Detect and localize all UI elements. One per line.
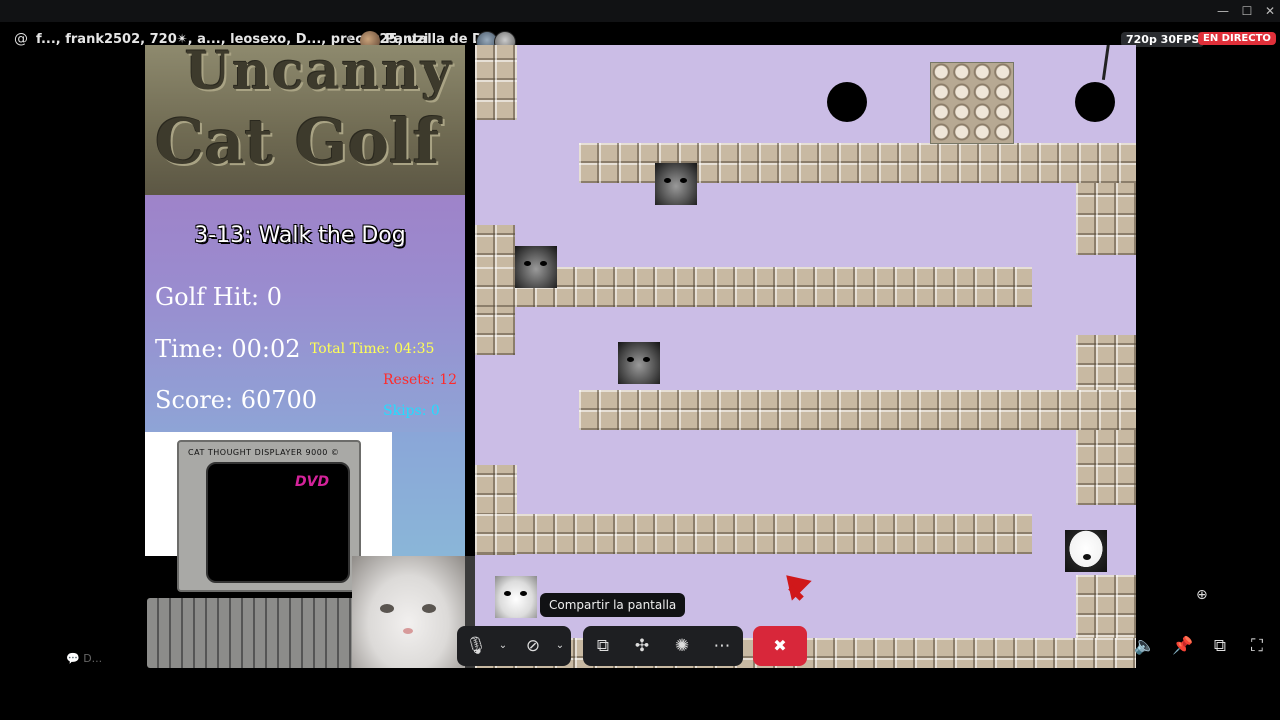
player-cat	[495, 576, 537, 618]
chevron-down-icon[interactable]: ⌄	[546, 632, 574, 660]
leave-icon: ✖	[773, 636, 787, 655]
volume-icon[interactable]: 🔈	[1133, 636, 1157, 658]
leave-call-button[interactable]: ✖	[753, 626, 807, 666]
golf-hole-goal	[1075, 82, 1115, 122]
computer-monitor: CAT THOUGHT DISPLAYER 9000 © DVD	[177, 440, 361, 592]
computer-label: CAT THOUGHT DISPLAYER 9000 ©	[188, 448, 340, 457]
resets: Resets: 12	[383, 372, 458, 388]
live-badge: EN DIRECTO	[1198, 32, 1276, 45]
chat-hint-text: D...	[83, 652, 103, 665]
close-button[interactable]: ✕	[1259, 2, 1280, 20]
dvd-logo: DVD	[295, 474, 330, 490]
cat-thought-displayer: CAT THOUGHT DISPLAYER 9000 © DVD	[170, 437, 366, 597]
separator-dot: •	[346, 32, 354, 46]
panel-fill	[392, 432, 465, 556]
cat-ball	[515, 246, 557, 288]
camera-off-icon[interactable]: ⊘	[519, 632, 547, 660]
maximize-button[interactable]: ☐	[1236, 2, 1258, 20]
minimize-button[interactable]: —	[1212, 2, 1234, 20]
soundboard-icon[interactable]: ✺	[668, 632, 696, 660]
more-options-icon[interactable]: ⋯	[708, 632, 736, 660]
screen-share-icon[interactable]: ⧉	[589, 632, 617, 660]
wall-block	[475, 45, 517, 120]
cat-ball	[618, 342, 660, 384]
dog-sprite	[1065, 530, 1107, 572]
pin-icon[interactable]: 📌	[1171, 636, 1195, 658]
chat-hint[interactable]: 💬 D...	[66, 652, 102, 665]
computer-keyboard	[147, 598, 362, 668]
game-board	[475, 45, 1136, 668]
skips: Skips: 0	[383, 403, 440, 419]
brick-platform	[579, 390, 1136, 430]
cat-eye	[380, 604, 394, 613]
share-tooltip: Compartir la pantalla	[540, 593, 686, 617]
total-time: Total Time: 04:35	[310, 341, 435, 357]
logo-line-1: Uncanny	[185, 45, 454, 102]
cat-ball	[655, 163, 697, 205]
activity-controls: ⧉ ✣ ✺ ⋯	[583, 626, 743, 666]
zoom-icon[interactable]: ⊕	[1196, 587, 1216, 607]
cat-nose	[403, 628, 413, 634]
bottom-strip	[0, 678, 1280, 720]
activities-icon[interactable]: ✣	[628, 632, 656, 660]
window-titlebar: — ☐ ✕	[0, 0, 1280, 22]
game-logo: Uncanny Cat Golf	[145, 45, 465, 195]
at-icon: @	[14, 31, 28, 47]
microphone-icon[interactable]: 🎙	[462, 632, 490, 660]
golf-hole	[827, 82, 867, 122]
fullscreen-icon[interactable]: ⛶	[1245, 636, 1269, 658]
brick-platform	[475, 267, 1032, 307]
score: Score: 60700	[155, 386, 318, 414]
computer-screen: DVD	[206, 462, 350, 583]
flag-pole	[1101, 45, 1112, 80]
popout-icon[interactable]: ⧉	[1208, 636, 1232, 658]
golf-hit: Golf Hit: 0	[155, 283, 283, 311]
cat-eye	[422, 604, 436, 613]
brick-platform	[475, 514, 1032, 554]
audio-video-controls: 🎙 ⌄ ⊘ ⌄	[457, 626, 571, 666]
chevron-down-icon[interactable]: ⌄	[489, 632, 517, 660]
level-title: 3-13: Walk the Dog	[194, 223, 406, 248]
time: Time: 00:02	[155, 335, 301, 363]
dog-tile-grid	[930, 62, 1014, 144]
stats-panel: 3-13: Walk the Dog Golf Hit: 0 Time: 00:…	[145, 195, 465, 432]
logo-line-2: Cat Golf	[155, 105, 440, 178]
webcam-cat	[352, 556, 465, 668]
